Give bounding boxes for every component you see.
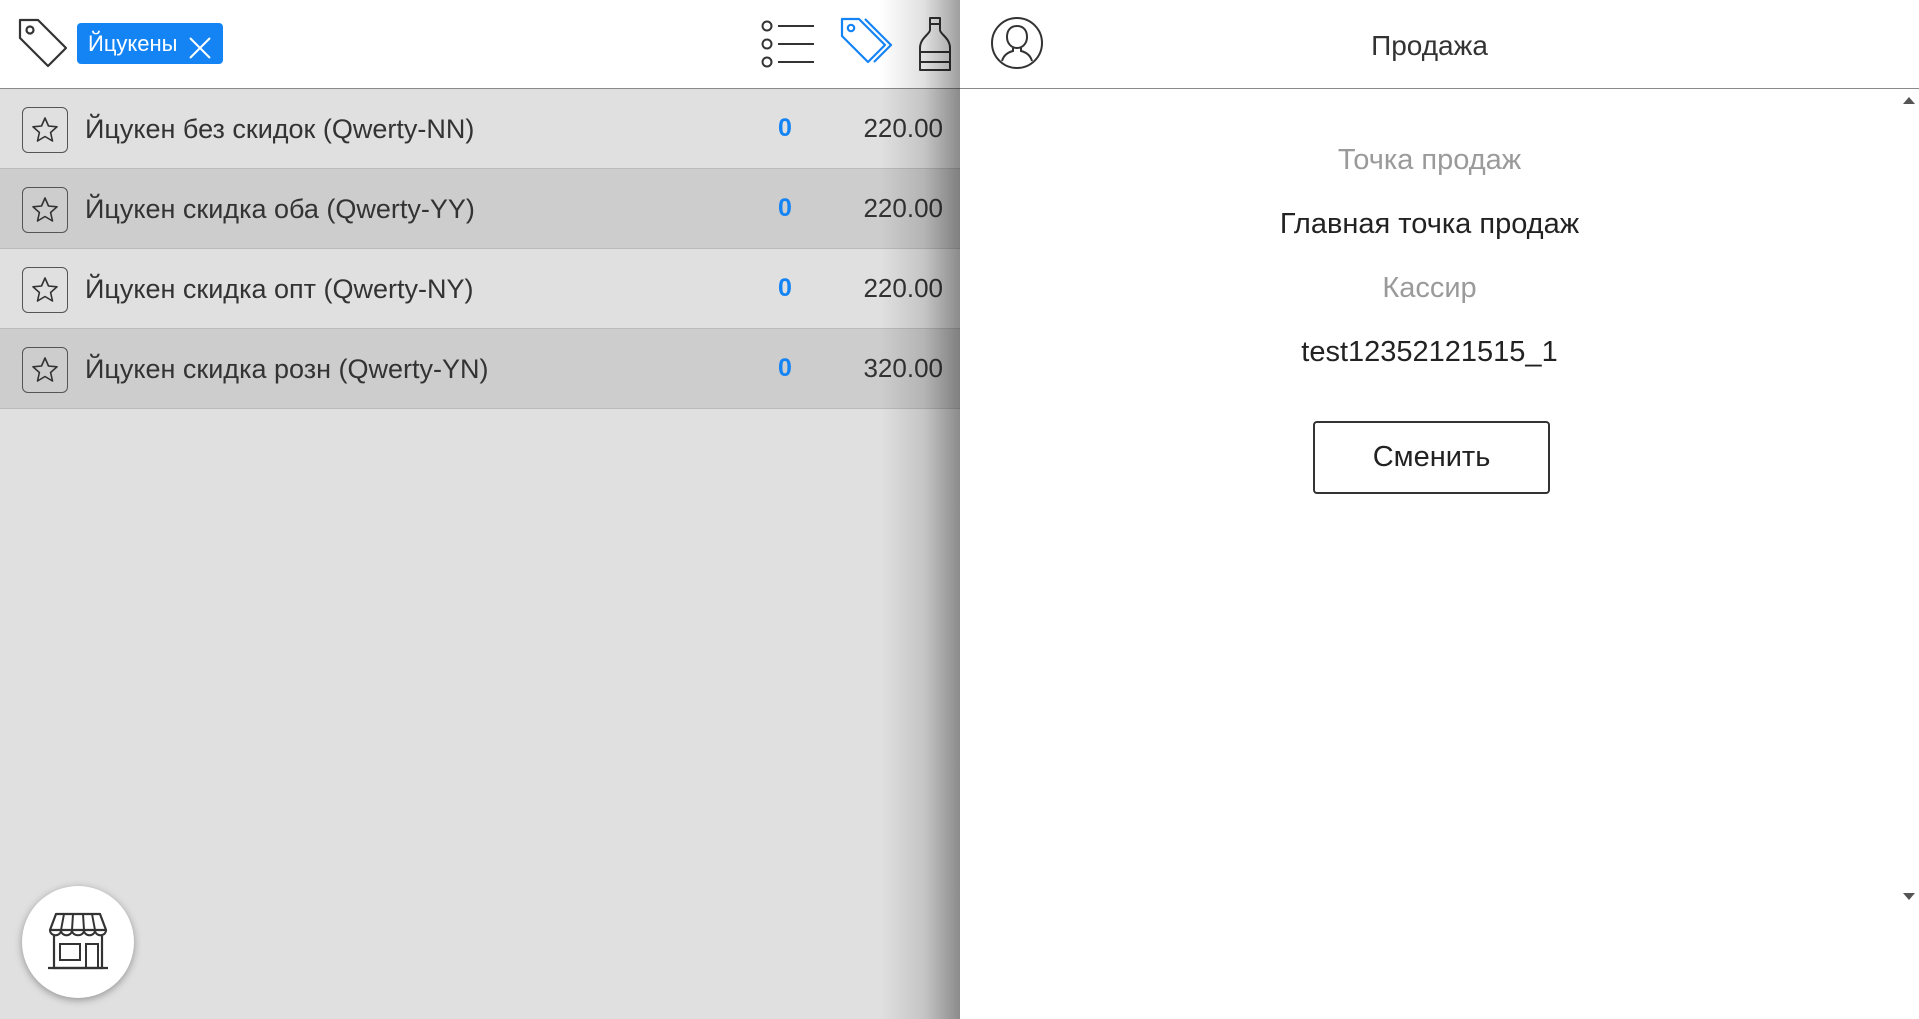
right-header: Продажа	[960, 0, 1919, 89]
scroll-up-arrow-icon[interactable]	[1903, 97, 1915, 104]
left-header: Йцукены	[0, 0, 960, 89]
star-icon	[32, 117, 58, 142]
sale-point-value: Главная точка продаж	[1279, 208, 1580, 240]
bottle-icon[interactable]	[916, 16, 954, 72]
product-qty: 0	[778, 354, 792, 382]
table-row[interactable]: Йцукен скидка розн (Qwerty-YN) 0 320.00	[0, 329, 960, 409]
sale-point-label: Точка продаж	[1337, 144, 1522, 176]
store-button[interactable]	[22, 886, 134, 998]
product-name: Йцукен скидка опт (Qwerty-NY)	[85, 274, 474, 304]
table-row[interactable]: Йцукен без скидок (Qwerty-NN) 0 220.00	[0, 89, 960, 169]
tags-icon[interactable]	[838, 16, 896, 72]
cashier-label: Кассир	[1382, 272, 1477, 304]
product-price: 220.00	[863, 193, 943, 223]
favorite-button[interactable]	[22, 347, 68, 393]
star-icon	[32, 357, 58, 382]
product-name: Йцукен без скидок (Qwerty-NN)	[85, 114, 475, 144]
product-price: 320.00	[863, 353, 943, 383]
cashier-value: test12352121515_1	[1301, 336, 1558, 368]
star-icon	[32, 277, 58, 302]
list-icon[interactable]	[760, 20, 816, 68]
product-panel: Йцукены Йцукен без скидок (Qwerty-NN) 0 …	[0, 0, 960, 1019]
favorite-button[interactable]	[22, 187, 68, 233]
scrollbar[interactable]	[1899, 89, 1919, 1019]
product-qty: 0	[778, 114, 792, 142]
product-name: Йцукен скидка розн (Qwerty-YN)	[85, 354, 489, 384]
close-icon[interactable]	[187, 35, 213, 61]
product-price: 220.00	[863, 113, 943, 143]
change-button[interactable]: Сменить	[1313, 421, 1550, 494]
product-price: 220.00	[863, 273, 943, 303]
filter-chip[interactable]: Йцукены	[77, 23, 224, 64]
table-row[interactable]: Йцукен скидка оба (Qwerty-YY) 0 220.00	[0, 169, 960, 249]
product-qty: 0	[778, 274, 792, 302]
filter-chip-label: Йцукены	[88, 31, 178, 56]
tag-icon[interactable]	[16, 16, 72, 72]
product-list: Йцукен без скидок (Qwerty-NN) 0 220.00 Й…	[0, 89, 960, 409]
store-icon	[48, 912, 108, 970]
table-row[interactable]: Йцукен скидка опт (Qwerty-NY) 0 220.00	[0, 249, 960, 329]
page-title: Продажа	[1371, 30, 1488, 61]
scroll-down-arrow-icon[interactable]	[1903, 893, 1915, 900]
favorite-button[interactable]	[22, 267, 68, 313]
favorite-button[interactable]	[22, 107, 68, 153]
product-qty: 0	[778, 194, 792, 222]
sale-panel: Продажа Точка продаж Главная точка прода…	[960, 0, 1919, 1019]
product-name: Йцукен скидка оба (Qwerty-YY)	[85, 194, 475, 224]
star-icon	[32, 197, 58, 222]
